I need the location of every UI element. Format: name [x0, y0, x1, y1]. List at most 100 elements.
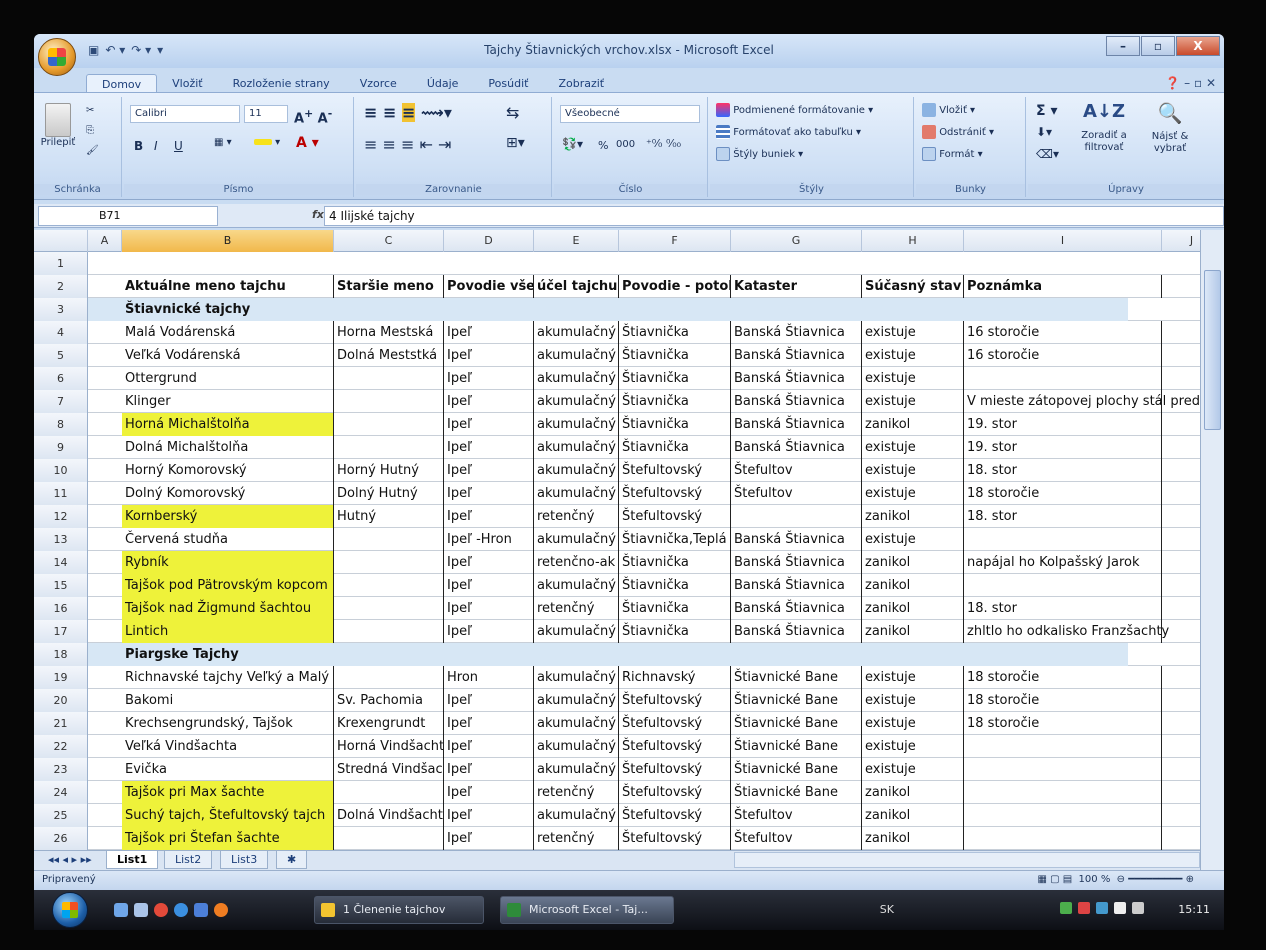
column-header-b[interactable]: B — [122, 230, 334, 252]
tray-icon[interactable] — [1060, 902, 1072, 914]
cell-d8[interactable]: Ipeľ — [444, 413, 534, 436]
cell-g24[interactable]: Štiavnické Bane — [731, 781, 862, 804]
autosum-icon[interactable]: Σ ▾ — [1036, 103, 1057, 119]
cell-b4[interactable]: Malá Vodárenská — [122, 321, 334, 344]
cell-f20[interactable]: Štefultovský — [619, 689, 731, 712]
cell-b6[interactable]: Ottergrund — [122, 367, 334, 390]
thousands-button[interactable]: 000 — [616, 139, 635, 150]
cell-f22[interactable]: Štefultovský — [619, 735, 731, 758]
cell-b12[interactable]: Kornberský — [122, 505, 334, 528]
underline-button[interactable]: U — [174, 139, 183, 153]
tab-page-layout[interactable]: Rozloženie strany — [218, 74, 345, 94]
cell-h14[interactable]: zanikol — [862, 551, 964, 574]
cell-e17[interactable]: akumulačný — [534, 620, 619, 643]
formula-input[interactable]: 4 Ilijské tajchy — [324, 206, 1224, 226]
cell-h12[interactable]: zanikol — [862, 505, 964, 528]
cell-e22[interactable]: akumulačný — [534, 735, 619, 758]
worksheet-grid[interactable]: ABCDEFGHIJ 1 2 Aktuálne meno tajchu Staršie… — [34, 230, 1200, 850]
tab-insert[interactable]: Vložiť — [157, 74, 217, 94]
cell-g23[interactable]: Štiavnické Bane — [731, 758, 862, 781]
grow-font-icon[interactable]: A+ A- — [294, 107, 332, 126]
cell-b7[interactable]: Klinger — [122, 390, 334, 413]
cell-b22[interactable]: Veľká Vindšachta — [122, 735, 334, 758]
bold-button[interactable]: B — [134, 139, 143, 153]
cell-g10[interactable]: Štefultov — [731, 459, 862, 482]
cell-c22[interactable]: Horná Vindšacht — [334, 735, 444, 758]
cell-d7[interactable]: Ipeľ — [444, 390, 534, 413]
office-button[interactable] — [38, 38, 76, 76]
cell-i15[interactable] — [964, 574, 1162, 597]
select-all-corner[interactable] — [34, 230, 88, 252]
row-number[interactable]: 16 — [34, 597, 88, 620]
cell-c23[interactable]: Stredná Vindšac — [334, 758, 444, 781]
format-painter-icon[interactable]: 🖌 — [86, 145, 99, 156]
cell-d21[interactable]: Ipeľ — [444, 712, 534, 735]
cell-d16[interactable]: Ipeľ — [444, 597, 534, 620]
cell-e16[interactable]: retenčný — [534, 597, 619, 620]
sheet-nav-icons[interactable]: ◂◂ ◂ ▸ ▸▸ — [38, 851, 102, 869]
cell-g17[interactable]: Banská Štiavnica — [731, 620, 862, 643]
cell-h19[interactable]: existuje — [862, 666, 964, 689]
font-name-select[interactable]: Calibri — [130, 105, 240, 123]
cell-d17[interactable]: Ipeľ — [444, 620, 534, 643]
clear-icon[interactable]: ⌫▾ — [1036, 147, 1059, 161]
cell-h24[interactable]: zanikol — [862, 781, 964, 804]
row-number[interactable]: 15 — [34, 574, 88, 597]
paste-button[interactable]: Prilepiť — [40, 103, 76, 148]
cell-c8[interactable] — [334, 413, 444, 436]
cell-e26[interactable]: retenčný — [534, 827, 619, 850]
row-number[interactable]: 2 — [34, 275, 88, 298]
cell-styles-button[interactable]: Štýly buniek ▾ — [716, 147, 803, 161]
cell-d22[interactable]: Ipeľ — [444, 735, 534, 758]
tab-review[interactable]: Posúdiť — [473, 74, 543, 94]
cell-f6[interactable]: Štiavnička — [619, 367, 731, 390]
cell-d23[interactable]: Ipeľ — [444, 758, 534, 781]
cell-c16[interactable] — [334, 597, 444, 620]
row-number[interactable]: 19 — [34, 666, 88, 689]
cell-h6[interactable]: existuje — [862, 367, 964, 390]
horizontal-scrollbar[interactable] — [734, 852, 1200, 868]
cut-icon[interactable]: ✂ — [86, 105, 94, 116]
column-header-g[interactable]: G — [731, 230, 862, 252]
cell-e19[interactable]: akumulačný — [534, 666, 619, 689]
row-number[interactable]: 8 — [34, 413, 88, 436]
cell-b3[interactable]: Štiavnické tajchy — [122, 298, 334, 321]
cell-f11[interactable]: Štefultovský — [619, 482, 731, 505]
cell-b10[interactable]: Horný Komorovský — [122, 459, 334, 482]
cell-c9[interactable] — [334, 436, 444, 459]
row-number[interactable]: 9 — [34, 436, 88, 459]
cell-h17[interactable]: zanikol — [862, 620, 964, 643]
cell-h2[interactable]: Súčasný stav — [862, 275, 964, 298]
cell-g13[interactable]: Banská Štiavnica — [731, 528, 862, 551]
row-number[interactable]: 17 — [34, 620, 88, 643]
column-header-a[interactable]: A — [88, 230, 122, 252]
cell-g25[interactable]: Štefultov — [731, 804, 862, 827]
font-size-select[interactable]: 11 — [244, 105, 288, 123]
cell-c26[interactable] — [334, 827, 444, 850]
cell-d12[interactable]: Ipeľ — [444, 505, 534, 528]
cell-g4[interactable]: Banská Štiavnica — [731, 321, 862, 344]
cell-c12[interactable]: Hutný — [334, 505, 444, 528]
cell-i10[interactable]: 18. stor — [964, 459, 1162, 482]
firefox-icon[interactable] — [214, 903, 228, 917]
number-format-select[interactable]: Všeobecné — [560, 105, 700, 123]
cell-f12[interactable]: Štefultovský — [619, 505, 731, 528]
tab-home[interactable]: Domov — [86, 74, 158, 94]
cell-f5[interactable]: Štiavnička — [619, 344, 731, 367]
cell-f15[interactable]: Štiavnička — [619, 574, 731, 597]
cell-h5[interactable]: existuje — [862, 344, 964, 367]
cell-b1[interactable] — [122, 252, 334, 275]
row-number[interactable]: 18 — [34, 643, 88, 666]
cell-e9[interactable]: akumulačný — [534, 436, 619, 459]
cell-i23[interactable] — [964, 758, 1162, 781]
cell-f4[interactable]: Štiavnička — [619, 321, 731, 344]
cell-f8[interactable]: Štiavnička — [619, 413, 731, 436]
cell-e4[interactable]: akumulačný — [534, 321, 619, 344]
cell-i5[interactable]: 16 storočie — [964, 344, 1162, 367]
column-header-e[interactable]: E — [534, 230, 619, 252]
find-select-button[interactable]: 🔍 Nájsť & vybrať — [1140, 101, 1200, 155]
fill-icon[interactable]: ⬇▾ — [1036, 125, 1052, 139]
cell-b16[interactable]: Tajšok nad Žigmund šachtou — [122, 597, 334, 620]
cell-c13[interactable] — [334, 528, 444, 551]
cell-g22[interactable]: Štiavnické Bane — [731, 735, 862, 758]
